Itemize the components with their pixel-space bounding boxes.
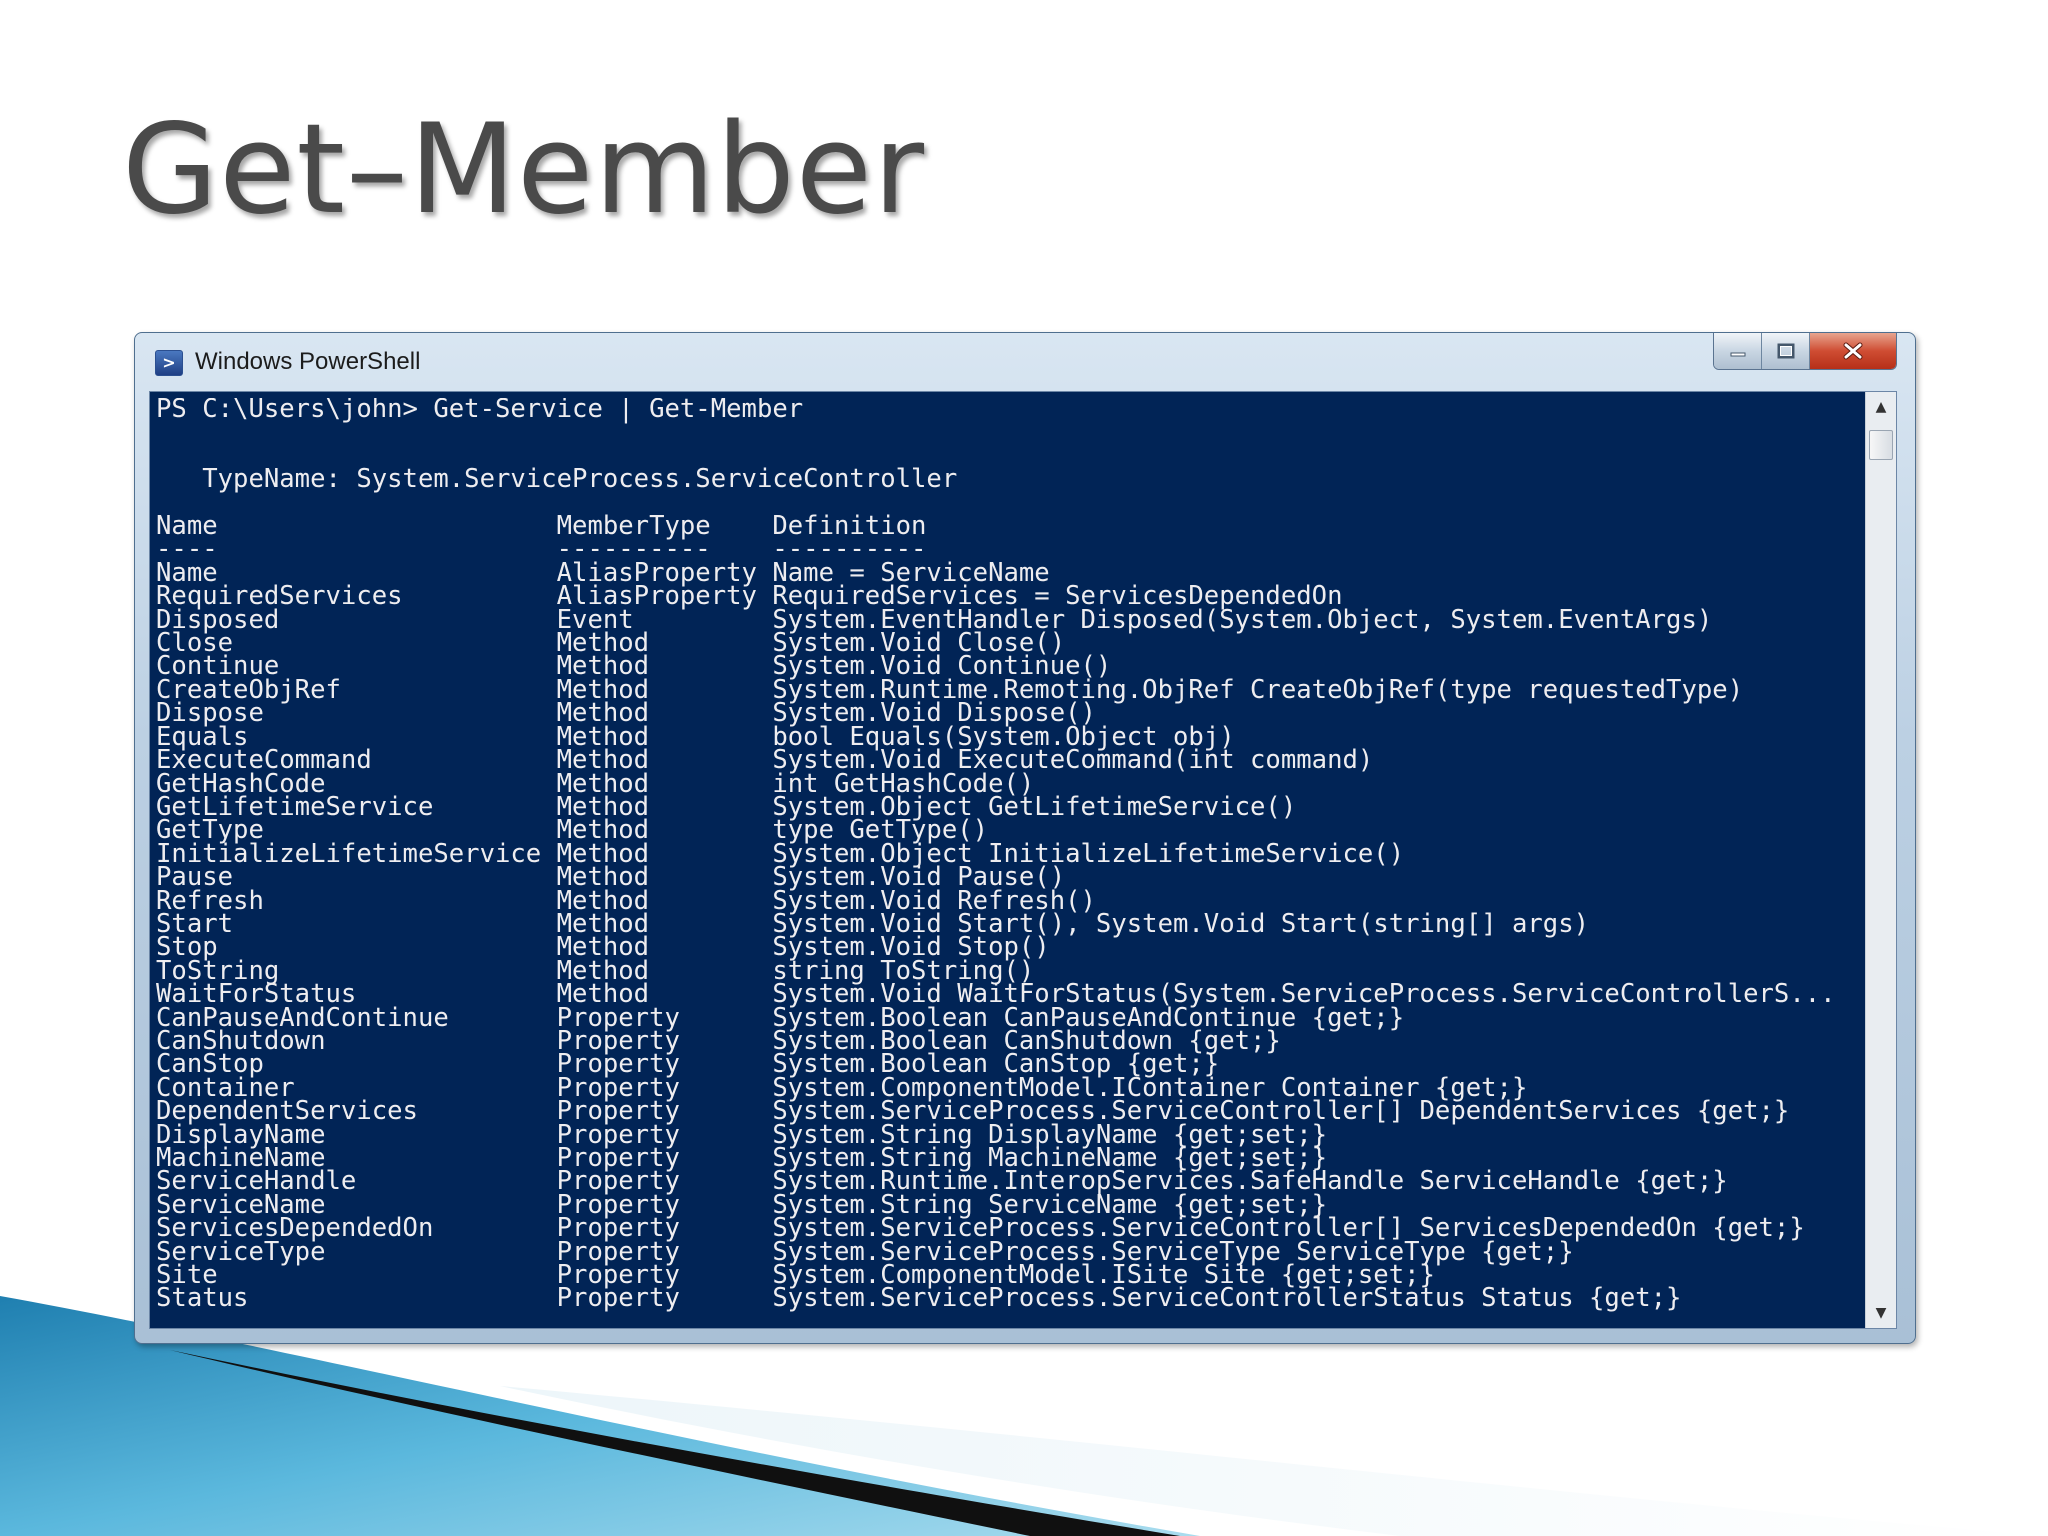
slide-title: Get–Member — [122, 98, 926, 242]
command-line: PS C:\Users\john> Get-Service | Get-Memb… — [156, 398, 804, 424]
scroll-down-arrow-icon[interactable]: ▼ — [1866, 1298, 1896, 1328]
maximize-button[interactable] — [1762, 333, 1810, 369]
maximize-icon — [1777, 343, 1794, 359]
console-area[interactable]: PS C:\Users\john> Get-Service | Get-Memb… — [149, 391, 1897, 1329]
close-button[interactable] — [1810, 333, 1896, 369]
member-row: Status Property System.ServiceProcess.Se… — [156, 1283, 1682, 1314]
window-titlebar[interactable]: > Windows PowerShell — [135, 333, 1915, 391]
minimize-icon — [1730, 352, 1745, 357]
powershell-icon: > — [155, 350, 183, 376]
powershell-window: > Windows PowerShell PS C:\Users\john> G… — [134, 332, 1916, 1344]
scrollbar-thumb[interactable] — [1869, 430, 1893, 460]
vertical-scrollbar[interactable]: ▲ ▼ — [1865, 392, 1896, 1328]
typename-line: TypeName: System.ServiceProcess.ServiceC… — [202, 464, 958, 495]
window-caption-buttons — [1713, 333, 1897, 370]
console-output[interactable]: PS C:\Users\john> Get-Service | Get-Memb… — [156, 398, 1866, 1318]
window-title: Windows PowerShell — [195, 348, 421, 375]
scroll-up-arrow-icon[interactable]: ▲ — [1866, 392, 1896, 422]
minimize-button[interactable] — [1714, 333, 1762, 369]
close-icon — [1843, 342, 1863, 360]
